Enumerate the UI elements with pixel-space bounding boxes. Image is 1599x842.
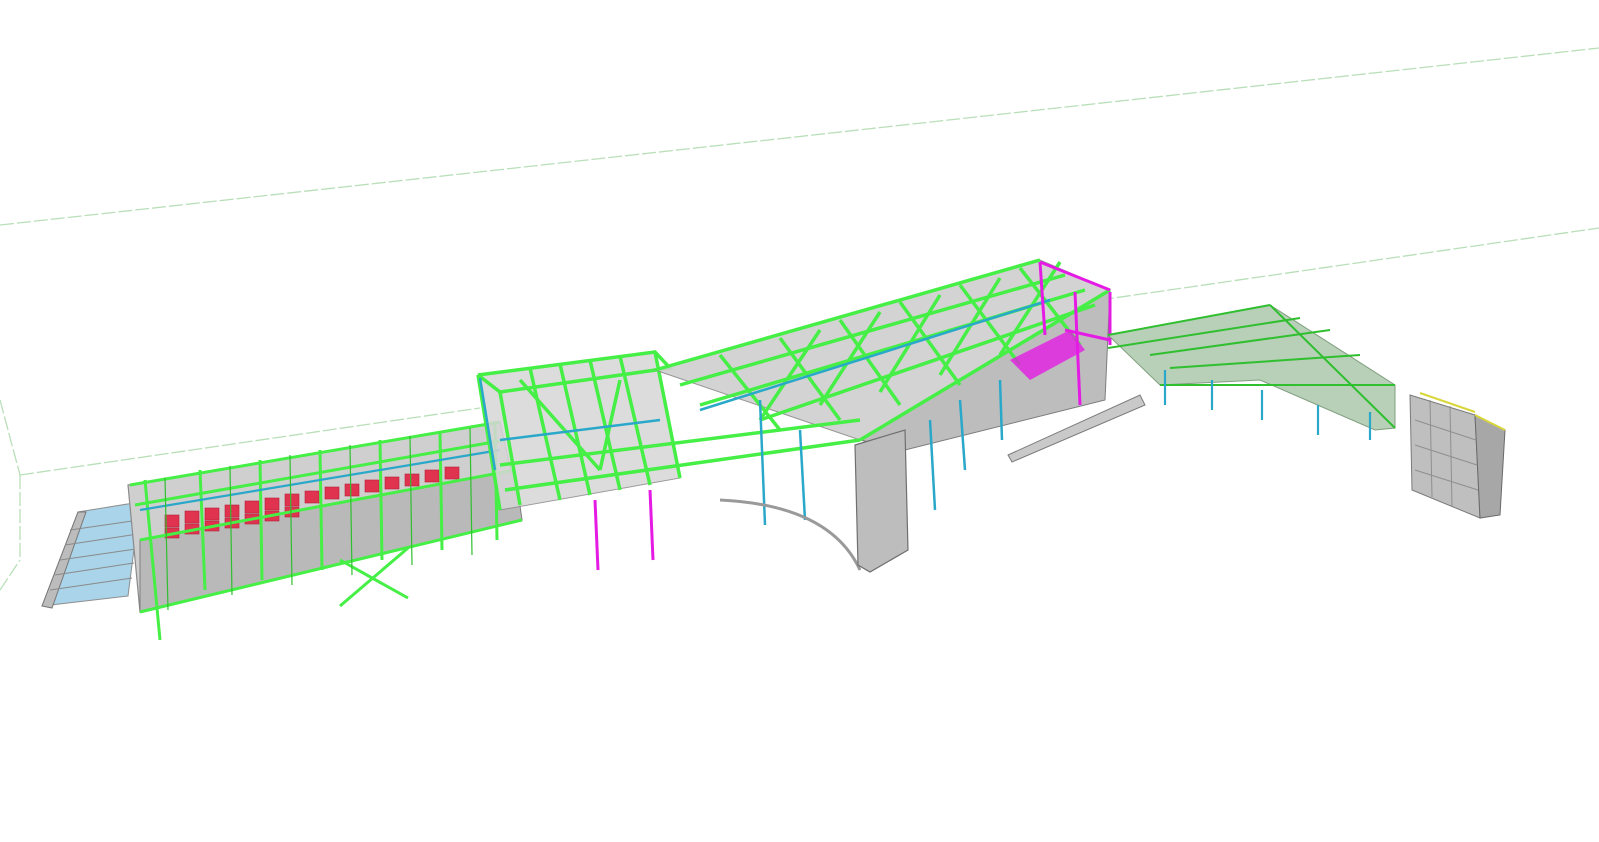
central-truss-block (476, 350, 682, 511)
west-stair (41, 501, 141, 609)
west-stand-building (127, 420, 523, 641)
east-canopy (1106, 304, 1396, 440)
model-canvas[interactable] (0, 0, 1599, 842)
3d-model-viewport[interactable] (0, 0, 1599, 842)
east-tower (1409, 392, 1506, 519)
